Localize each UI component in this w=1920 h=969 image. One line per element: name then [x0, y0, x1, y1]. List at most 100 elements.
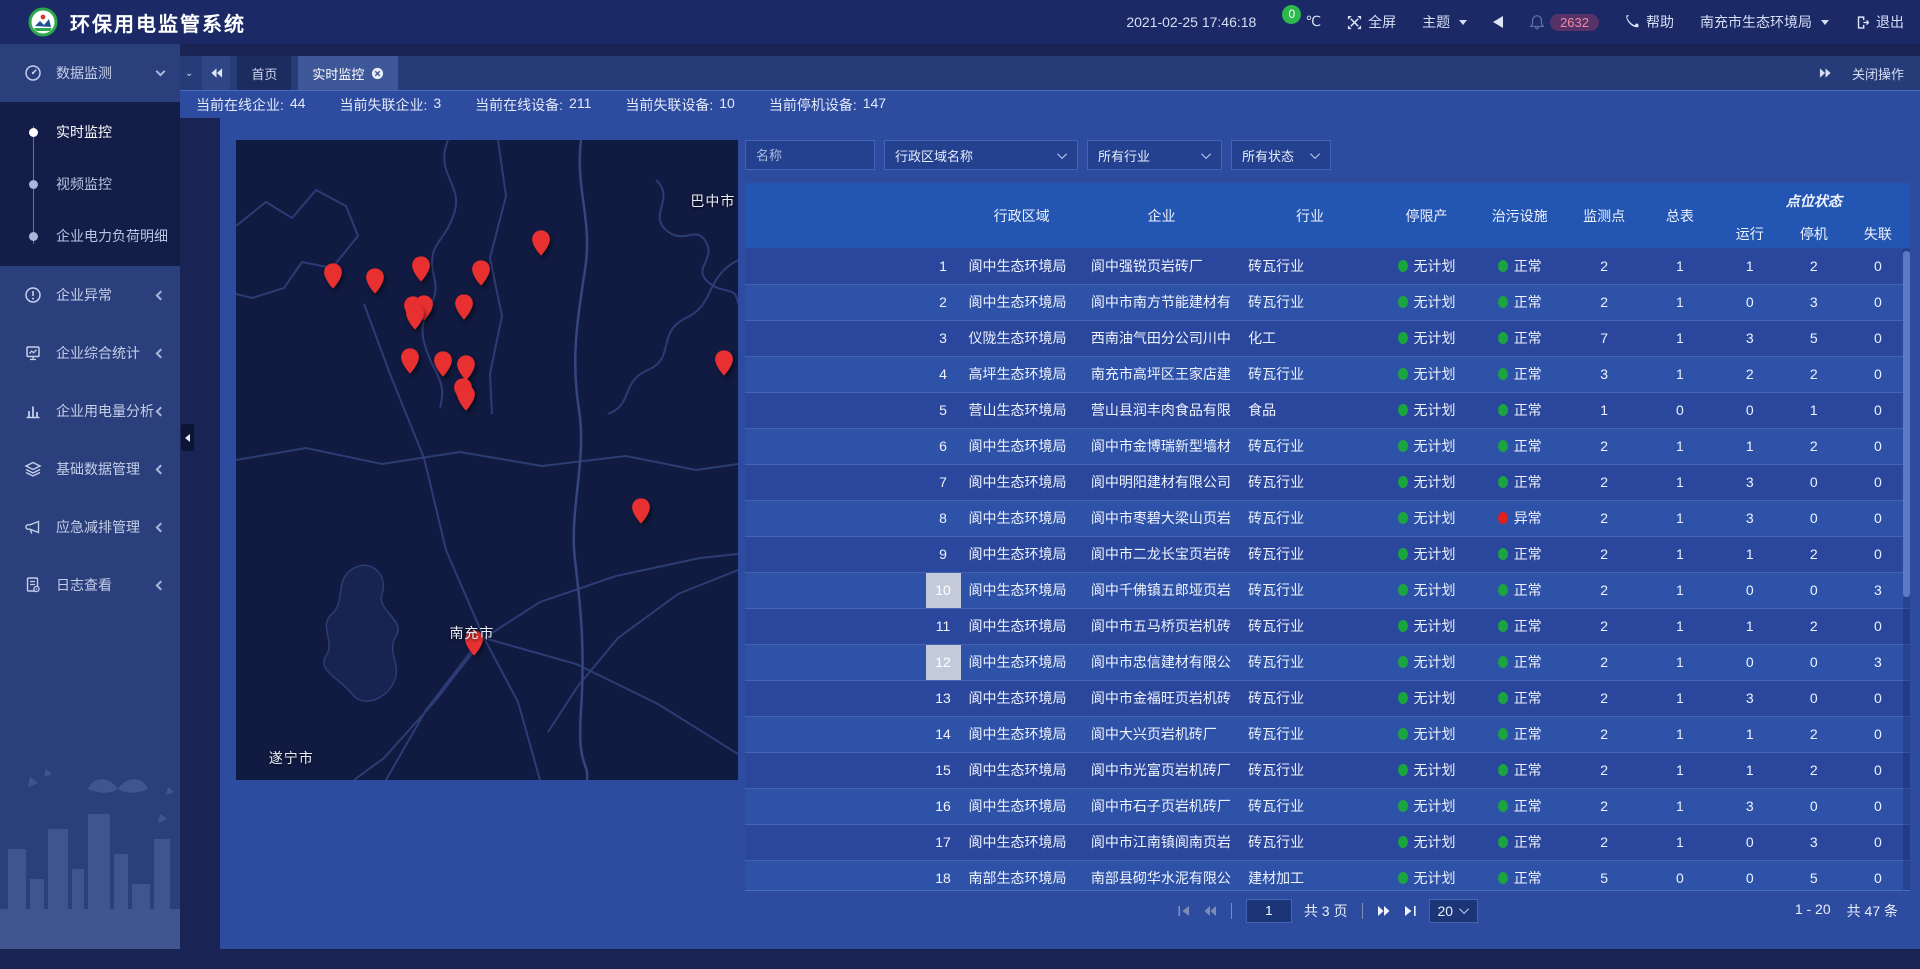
table-row[interactable]: 16阆中生态环境局阆中市石子页岩机砖厂砖瓦行业无计划正常21300 [745, 788, 1910, 824]
next-page-button[interactable] [1377, 905, 1391, 917]
status-dot [1398, 656, 1408, 668]
status-dot [1398, 692, 1408, 704]
stat-offline-enterprises: 当前失联企业:3 [339, 95, 441, 115]
status-dot [1498, 548, 1508, 560]
col-header-lost: 失联 [1846, 219, 1910, 248]
sidebar-submenu: 实时监控 视频监控 企业电力负荷明细 [0, 102, 180, 266]
col-header-monitor: 监测点 [1566, 183, 1642, 248]
name-filter-input[interactable] [745, 140, 875, 170]
sidebar-item-power-usage-analysis[interactable]: 企业用电量分析 [0, 382, 180, 440]
chevron-down-icon [1459, 904, 1469, 914]
table-row[interactable]: 9阆中生态环境局阆中市二龙长宝页岩砖砖瓦行业无计划正常21120 [745, 536, 1910, 572]
log-file-icon [24, 576, 44, 594]
temperature-badge: 0 [1282, 5, 1301, 24]
page-size-select[interactable]: 20 [1429, 899, 1479, 923]
status-dot [1498, 296, 1508, 308]
table-row[interactable]: 3仪陇生态环境局西南油气田分公司川中化工无计划正常71350 [745, 320, 1910, 356]
sidebar-item-enterprise-abnormal[interactable]: 企业异常 [0, 266, 180, 324]
prev-page-button[interactable] [1203, 905, 1217, 917]
table-row[interactable]: 18南部生态环境局南部县砌华水泥有限公建材加工无计划正常50050 [745, 860, 1910, 890]
notification-bell[interactable]: 2632 [1529, 14, 1599, 31]
tab-close-icon[interactable] [371, 67, 384, 80]
status-dot [1398, 332, 1408, 344]
status-dot [1498, 368, 1508, 380]
region-filter-select[interactable]: 行政区域名称 [884, 140, 1078, 170]
sidebar-collapse-handle[interactable] [181, 424, 194, 451]
page-number-input[interactable] [1246, 899, 1292, 923]
status-dot [1398, 836, 1408, 848]
table-row[interactable]: 13阆中生态环境局阆中市金福旺页岩机砖砖瓦行业无计划正常21300 [745, 680, 1910, 716]
table-row[interactable]: 17阆中生态环境局阆中市江南镇阆南页岩砖瓦行业无计划正常21030 [745, 824, 1910, 860]
sidebar-item-emergency-reduction[interactable]: 应急减排管理 [0, 498, 180, 556]
city-label: 巴中市 [690, 191, 735, 211]
close-operations-button[interactable]: 关闭操作 [1852, 64, 1904, 83]
map[interactable]: 巴中市南充市遂宁市 [236, 140, 738, 780]
table-row[interactable]: 7阆中生态环境局阆中明阳建材有限公司砖瓦行业无计划正常21300 [745, 464, 1910, 500]
tab-realtime-monitoring[interactable]: 实时监控 [298, 56, 398, 90]
status-dot [1398, 476, 1408, 488]
divider [1362, 903, 1363, 919]
chevron-down-icon [156, 67, 166, 77]
sidebar-item-enterprise-statistics[interactable]: 企业综合统计 [0, 324, 180, 382]
logout-button[interactable]: 退出 [1855, 12, 1904, 32]
table-scrollbar[interactable] [1903, 249, 1910, 890]
table-row[interactable]: 12阆中生态环境局阆中市忠信建材有限公砖瓦行业无计划正常21003 [745, 644, 1910, 680]
sidebar-item-log-view[interactable]: 日志查看 [0, 556, 180, 614]
status-dot [1498, 476, 1508, 488]
table-row[interactable]: 6阆中生态环境局阆中市金博瑞新型墙材砖瓦行业无计划正常21120 [745, 428, 1910, 464]
tab-home[interactable]: 首页 [237, 56, 291, 90]
status-filter-select[interactable]: 所有状态 [1231, 140, 1331, 170]
table-row[interactable]: 1阆中生态环境局阆中强锐页岩砖厂砖瓦行业无计划正常21120 [745, 248, 1910, 284]
content-area: 巴中市南充市遂宁市 行政区域名称 所有行业 所有状态 [180, 118, 1920, 949]
alert-circle-icon [24, 286, 44, 304]
tabs-scroll-left-button[interactable] [202, 56, 230, 90]
sidebar-item-base-data-management[interactable]: 基础数据管理 [0, 440, 180, 498]
status-dot [1398, 728, 1408, 740]
col-group-point-status: 点位状态 [1718, 183, 1910, 219]
sidebar-item-power-load-detail[interactable]: 企业电力负荷明细 [0, 210, 180, 262]
divider [1231, 903, 1232, 919]
stat-offline-devices: 当前失联设备:10 [625, 95, 734, 115]
help-button[interactable]: 帮助 [1625, 12, 1674, 32]
range-label: 1 - 20 [1795, 901, 1831, 921]
status-dot [1498, 836, 1508, 848]
status-dot [1398, 512, 1408, 524]
fullscreen-button[interactable]: 全屏 [1347, 12, 1396, 32]
layers-icon [24, 460, 44, 478]
speaker-icon [1493, 16, 1503, 28]
sidebar-item-video-monitoring[interactable]: 视频监控 [0, 158, 180, 210]
table-row[interactable]: 5营山生态环境局营山县润丰肉食品有限食品无计划正常10010 [745, 392, 1910, 428]
tabbar-collapse-icon[interactable]: ⌄ [180, 56, 196, 90]
sidebar-item-realtime-monitoring[interactable]: 实时监控 [0, 106, 180, 158]
table-row[interactable]: 4高坪生态环境局南充市高坪区王家店建砖瓦行业无计划正常31220 [745, 356, 1910, 392]
mute-button[interactable] [1493, 16, 1503, 28]
table-row[interactable]: 15阆中生态环境局阆中市光富页岩机砖厂砖瓦行业无计划正常21120 [745, 752, 1910, 788]
scrollbar-thumb[interactable] [1903, 251, 1910, 597]
first-page-button[interactable] [1177, 905, 1191, 917]
table-row[interactable]: 14阆中生态环境局阆中大兴页岩机砖厂砖瓦行业无计划正常21120 [745, 716, 1910, 752]
last-page-button[interactable] [1403, 905, 1417, 917]
gauge-icon [24, 64, 44, 82]
bar-chart-icon [24, 402, 44, 420]
double-chevron-right-icon[interactable] [1819, 67, 1832, 79]
table-row[interactable]: 11阆中生态环境局阆中市五马桥页岩机砖砖瓦行业无计划正常21120 [745, 608, 1910, 644]
col-header-limit: 停限产 [1380, 183, 1473, 248]
status-dot [1498, 692, 1508, 704]
phone-icon [1625, 15, 1640, 30]
table-row[interactable]: 8阆中生态环境局阆中市枣碧大梁山页岩砖瓦行业无计划异常21300 [745, 500, 1910, 536]
last-page-icon [1403, 905, 1417, 917]
industry-filter-select[interactable]: 所有行业 [1087, 140, 1222, 170]
org-dropdown[interactable]: 南充市生态环境局 [1700, 12, 1829, 32]
main-area: ⌄ 首页 实时监控 关闭操作 当前在线企业:44 当前失联企业:3 当前在线设备… [180, 44, 1920, 949]
status-dot [1498, 404, 1508, 416]
table-row[interactable]: 2阆中生态环境局阆中市南方节能建材有砖瓦行业无计划正常21030 [745, 284, 1910, 320]
theme-dropdown[interactable]: 主题 [1422, 12, 1467, 32]
table-row[interactable]: 10阆中生态环境局阆中千佛镇五郎垭页岩砖瓦行业无计划正常21003 [745, 572, 1910, 608]
status-dot [1398, 800, 1408, 812]
status-dot [1498, 260, 1508, 272]
enterprise-table: 行政区域 企业 行业 停限产 治污设施 监测点 总表 点位状态 运行 [745, 183, 1910, 890]
chevron-left-icon [185, 434, 190, 442]
status-dot [1398, 404, 1408, 416]
sidebar-item-data-monitoring[interactable]: 数据监测 [0, 44, 180, 102]
first-page-icon [1177, 905, 1191, 917]
